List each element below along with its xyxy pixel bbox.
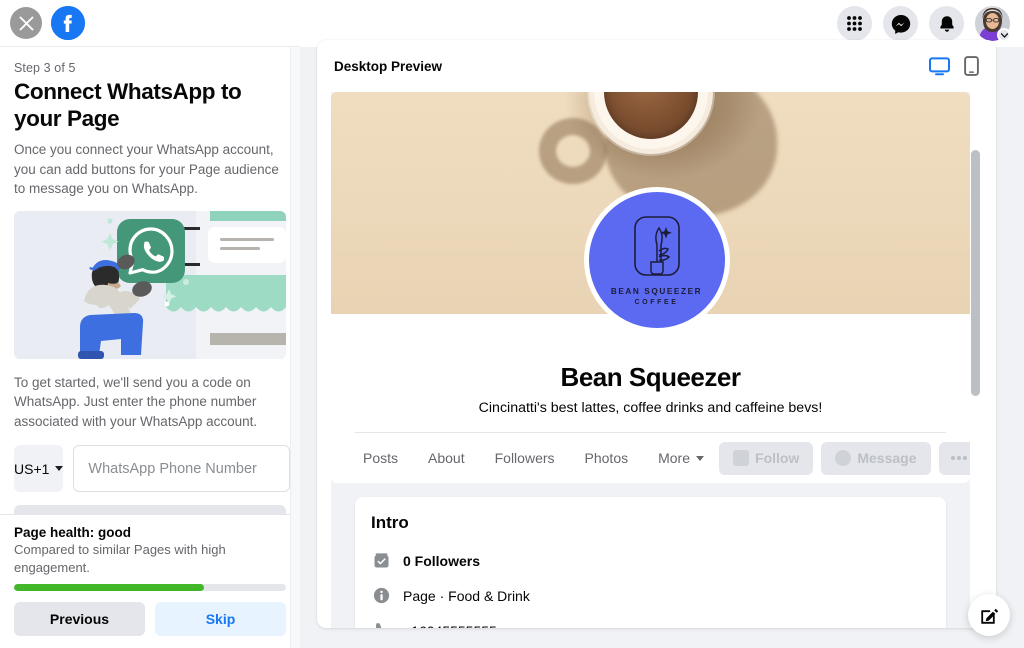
sidebar-scrollbar[interactable] xyxy=(290,47,300,648)
step-label: Step 3 of 5 xyxy=(14,61,76,75)
country-code-select[interactable]: US+1 xyxy=(14,445,64,492)
get-code-button[interactable]: Get code xyxy=(14,505,286,514)
facebook-page-preview: BEAN SQUEEZER COFFEE Bean Squeezer Cinci… xyxy=(331,92,980,628)
app-root: Step 3 of 5 Connect WhatsApp to your Pag… xyxy=(0,0,1024,648)
chevron-down-icon xyxy=(55,466,64,471)
intro-row-phone: +16045555555 xyxy=(371,613,930,628)
sidebar-scroll-area: Step 3 of 5 Connect WhatsApp to your Pag… xyxy=(0,47,300,514)
pencil-square-icon xyxy=(980,608,998,624)
compose-edit-button[interactable] xyxy=(968,594,1010,636)
notifications-bell-icon[interactable] xyxy=(929,6,964,41)
ellipsis-icon xyxy=(957,456,961,460)
device-toggle-group xyxy=(929,56,979,76)
tab-label: More xyxy=(658,450,691,466)
coffee-liquid xyxy=(603,92,698,139)
messenger-icon[interactable] xyxy=(883,6,918,41)
tab-followers[interactable]: Followers xyxy=(480,450,570,466)
page-tagline: Cincinatti's best lattes, coffee drinks … xyxy=(478,400,823,416)
info-icon xyxy=(371,587,391,604)
intro-row-category: Page · Food & Drink xyxy=(371,578,930,613)
tab-more[interactable]: More xyxy=(643,450,719,466)
page-health-title: Page health: good xyxy=(14,525,132,540)
page-health-footer: Page health: good Compared to similar Pa… xyxy=(0,514,300,648)
follow-plus-icon xyxy=(733,450,750,466)
page-health-progress-fill xyxy=(14,584,205,591)
intro-row-text: +16045555555 xyxy=(403,623,497,629)
page-health-subtitle: Compared to similar Pages with high enga… xyxy=(14,542,226,575)
bean-squeezer-coffee-logo[interactable]: BEAN SQUEEZER COFFEE xyxy=(583,187,730,333)
page-header: Bean Squeezer Cincinatti's best lattes, … xyxy=(331,314,980,483)
chevron-down-icon xyxy=(997,28,1011,42)
sidebar-topbar xyxy=(0,0,300,47)
tab-label: Followers xyxy=(494,450,555,466)
intro-card: Intro 0 Followers Page · Food & Drink xyxy=(355,497,946,628)
follow-button[interactable]: Follow xyxy=(719,441,814,475)
whatsapp-phone-input[interactable] xyxy=(73,445,291,492)
helper-text: To get started, we'll send you a code on… xyxy=(14,374,258,429)
page-tabs: Posts About Followers Photos More xyxy=(355,450,719,466)
intro-row-followers: 0 Followers xyxy=(371,543,930,578)
desktop-monitor-icon[interactable] xyxy=(929,56,950,76)
ellipsis-icon xyxy=(963,456,967,460)
preview-area: Desktop Preview BEAN SQUEEZER COFFEE Bea… xyxy=(300,0,1024,648)
coffee-cup-handle-shadow xyxy=(538,118,607,184)
step-description: Once you connect your WhatsApp account, … xyxy=(14,142,279,196)
mobile-phone-icon[interactable] xyxy=(964,56,979,76)
intro-row-text: Page · Food & Drink xyxy=(403,587,530,604)
close-icon[interactable] xyxy=(10,7,42,39)
page-health-progress xyxy=(14,584,286,591)
ellipsis-icon xyxy=(951,456,955,460)
skip-button[interactable]: Skip xyxy=(155,602,286,636)
wizard-buttons: Previous Skip xyxy=(14,602,286,636)
follow-label: Follow xyxy=(755,450,800,466)
tab-photos[interactable]: Photos xyxy=(570,450,644,466)
preview-viewport: BEAN SQUEEZER COFFEE Bean Squeezer Cinci… xyxy=(331,92,982,628)
whatsapp-storefront-illustration xyxy=(14,210,286,359)
account-avatar[interactable] xyxy=(975,6,1011,42)
preview-title: Desktop Preview xyxy=(334,58,443,74)
page-action-buttons: Follow Message xyxy=(719,441,980,475)
tab-label: About xyxy=(428,450,465,466)
phone-icon xyxy=(371,622,391,628)
logo-brand-line-1: BEAN SQUEEZER xyxy=(610,286,703,296)
messenger-icon xyxy=(835,450,852,466)
phone-entry-row: US+1 xyxy=(14,445,291,492)
tab-label: Photos xyxy=(584,450,629,466)
intro-title: Intro xyxy=(371,513,409,532)
page-tabs-row: Posts About Followers Photos More Follow… xyxy=(355,433,980,483)
followers-icon xyxy=(371,552,391,569)
country-code-value: US+1 xyxy=(14,460,50,477)
page-title: Connect WhatsApp to your Page xyxy=(14,79,242,131)
intro-section: Intro 0 Followers Page · Food & Drink xyxy=(331,483,970,628)
onboarding-sidebar: Step 3 of 5 Connect WhatsApp to your Pag… xyxy=(0,0,300,648)
page-name: Bean Squeezer xyxy=(560,362,741,392)
desktop-preview-card: Desktop Preview BEAN SQUEEZER COFFEE Bea… xyxy=(317,40,996,628)
message-label: Message xyxy=(857,450,917,466)
tab-posts[interactable]: Posts xyxy=(355,450,413,466)
hand-plant-logo-mark xyxy=(633,215,680,276)
previous-button[interactable]: Previous xyxy=(14,602,145,636)
preview-scrollbar-thumb[interactable] xyxy=(971,150,980,396)
apps-grid-icon[interactable] xyxy=(837,6,872,41)
message-button[interactable]: Message xyxy=(821,441,931,475)
tab-about[interactable]: About xyxy=(413,450,480,466)
preview-header: Desktop Preview xyxy=(317,40,996,92)
tab-label: Posts xyxy=(363,450,399,466)
intro-row-text: 0 Followers xyxy=(403,552,481,569)
chevron-down-icon xyxy=(696,455,705,461)
facebook-logo-icon[interactable] xyxy=(51,6,85,40)
logo-brand-line-2: COFFEE xyxy=(634,298,679,306)
